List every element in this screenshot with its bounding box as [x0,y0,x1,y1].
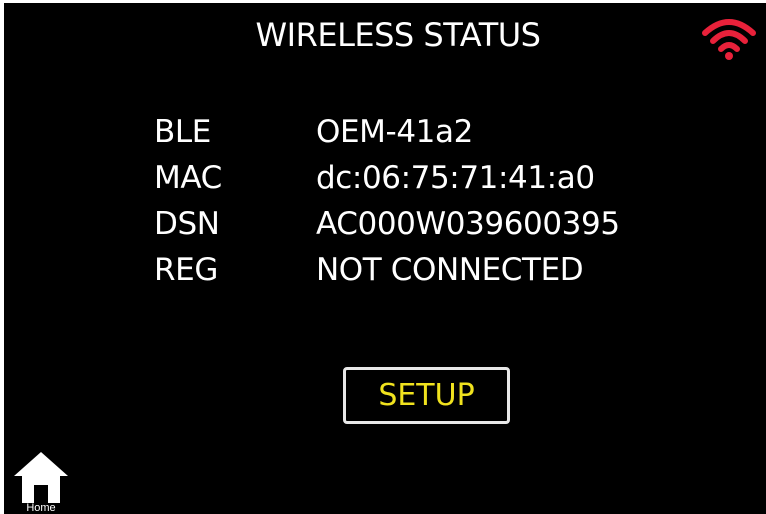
mac-label: MAC [154,160,222,196]
page-title: WIRELESS STATUS [255,16,541,54]
wifi-icon [702,19,756,60]
home-icon [14,452,68,503]
wireless-status-screen: WIRELESS STATUS BLE OEM-41a2 MAC dc:06:7… [4,3,766,514]
dsn-value: AC000W039600395 [316,206,620,242]
ble-value: OEM-41a2 [316,114,473,150]
home-button[interactable]: Home [11,449,71,514]
home-label: Home [26,502,56,514]
setup-button[interactable]: SETUP [343,367,510,424]
reg-label: REG [154,252,218,288]
ble-label: BLE [154,114,211,150]
reg-value: NOT CONNECTED [316,252,584,288]
mac-value: dc:06:75:71:41:a0 [316,160,595,196]
dsn-label: DSN [154,206,220,242]
